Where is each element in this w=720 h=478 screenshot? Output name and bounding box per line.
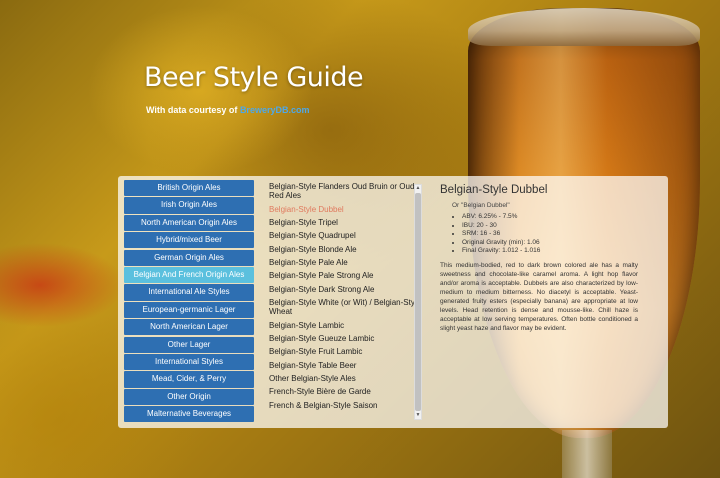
category-item[interactable]: Hybrid/mixed Beer xyxy=(124,232,254,249)
style-detail-stats: ABV: 6.25% - 7.5%IBU: 20 - 30SRM: 16 - 3… xyxy=(462,213,638,256)
style-item[interactable]: Belgian-Style Blonde Ale xyxy=(264,243,424,256)
style-item[interactable]: Belgian-Style Pale Strong Ale xyxy=(264,269,424,282)
brewerydb-link[interactable]: BreweryDB.com xyxy=(240,105,310,115)
category-item[interactable]: International Styles xyxy=(124,353,254,371)
category-item[interactable]: Malternative Beverages xyxy=(124,406,254,423)
glass-foam xyxy=(468,8,700,46)
style-item[interactable]: Belgian-Style Table Beer xyxy=(264,359,424,372)
style-item[interactable]: Belgian-Style Flanders Oud Bruin or Oud … xyxy=(264,180,424,202)
style-item[interactable]: Belgian-Style Dark Strong Ale xyxy=(264,283,424,296)
style-item[interactable]: Other Belgian-Style Ales xyxy=(264,372,424,385)
scroll-down-icon[interactable]: ▼ xyxy=(415,412,421,419)
category-item[interactable]: Belgian And French Origin Ales xyxy=(124,266,254,284)
guide-panel: British Origin Ales Irish Origin Ales Nort… xyxy=(118,176,668,428)
style-item[interactable]: French-Style Bière de Garde xyxy=(264,385,424,398)
style-stat: Final Gravity: 1.012 - 1.016 xyxy=(462,247,638,256)
style-item[interactable]: Belgian-Style Pale Ale xyxy=(264,256,424,269)
page-title: Beer Style Guide xyxy=(144,62,364,93)
style-item[interactable]: Belgian-Style Lambic xyxy=(264,318,424,331)
category-item[interactable]: Irish Origin Ales xyxy=(124,197,254,214)
style-detail: Belgian-Style Dubbel Or "Belgian Dubbel"… xyxy=(440,184,638,333)
subtitle-prefix: With data courtesy of xyxy=(146,105,240,115)
style-detail-alias: Or "Belgian Dubbel" xyxy=(452,202,510,209)
style-item[interactable]: Belgian-Style Dubbel xyxy=(264,202,424,215)
style-stat: ABV: 6.25% - 7.5% xyxy=(462,213,638,222)
category-list: British Origin Ales Irish Origin Ales Nort… xyxy=(124,180,254,423)
style-item[interactable]: Belgian-Style White (or Wit) / Belgian-S… xyxy=(264,296,424,318)
style-detail-description: This medium-bodied, red to dark brown co… xyxy=(440,261,638,332)
style-list: Belgian-Style Flanders Oud Bruin or Oud … xyxy=(264,180,424,424)
style-item[interactable]: Belgian-Style Gueuze Lambic xyxy=(264,332,424,345)
category-item[interactable]: North American Origin Ales xyxy=(124,214,254,232)
category-item[interactable]: North American Lager xyxy=(124,319,254,336)
style-item[interactable]: Belgian-Style Fruit Lambic xyxy=(264,345,424,358)
category-item[interactable]: Mead, Cider, & Perry xyxy=(124,371,254,388)
glass-stem xyxy=(562,430,612,478)
category-item[interactable]: Other Origin xyxy=(124,388,254,405)
category-item[interactable]: Other Lager xyxy=(124,336,254,353)
scroll-up-icon[interactable]: ▲ xyxy=(415,185,421,192)
style-item[interactable]: Belgian-Style Quadrupel xyxy=(264,229,424,242)
style-stat: Original Gravity (min): 1.06 xyxy=(462,239,638,248)
category-item[interactable]: European-germanic Lager xyxy=(124,301,254,319)
style-item[interactable]: Belgian-Style Tripel xyxy=(264,216,424,229)
style-list-scrollbar[interactable]: ▲ ▼ xyxy=(414,184,422,420)
category-item[interactable]: British Origin Ales xyxy=(124,180,254,197)
style-stat: SRM: 16 - 36 xyxy=(462,230,638,239)
style-item[interactable]: French & Belgian-Style Saison xyxy=(264,399,424,412)
scroll-thumb[interactable] xyxy=(415,193,421,411)
category-item[interactable]: International Ale Styles xyxy=(124,284,254,301)
style-detail-title: Belgian-Style Dubbel xyxy=(440,184,548,196)
category-item[interactable]: German Origin Ales xyxy=(124,249,254,266)
style-stat: IBU: 20 - 30 xyxy=(462,222,638,231)
page-subtitle: With data courtesy of BreweryDB.com xyxy=(146,105,309,115)
